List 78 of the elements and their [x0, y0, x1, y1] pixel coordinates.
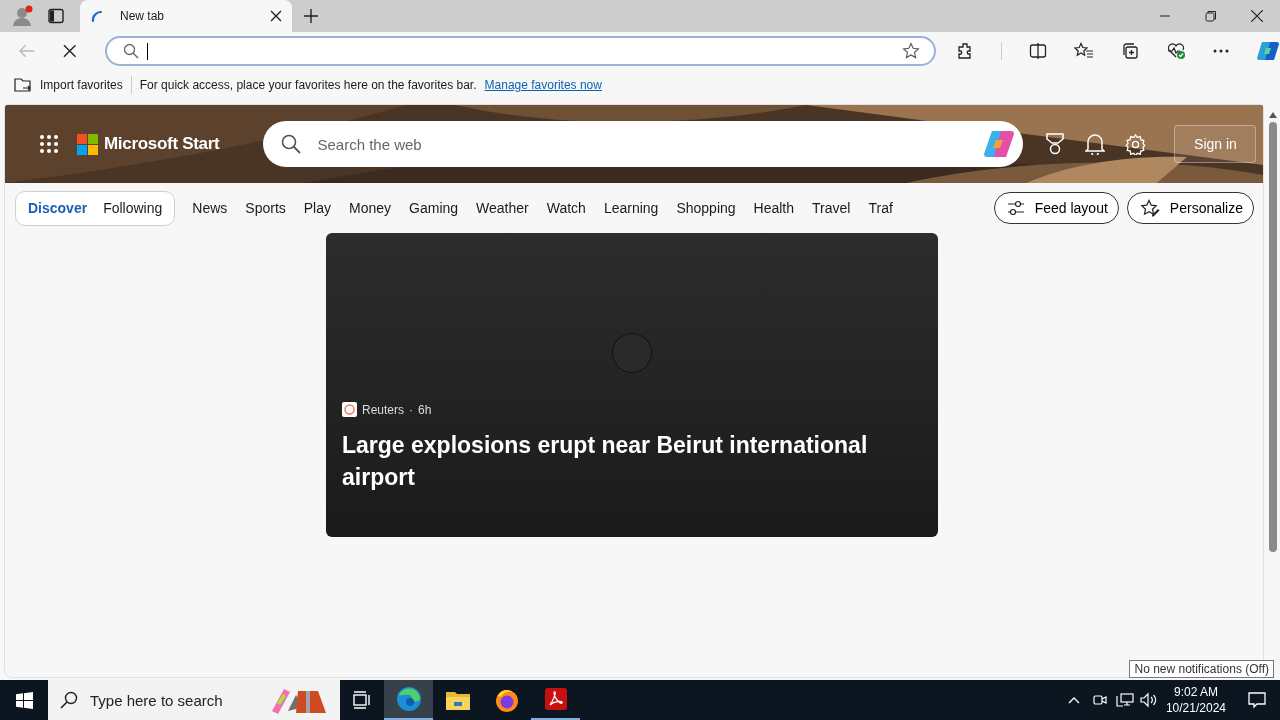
brand-name[interactable]: Microsoft Start [104, 134, 220, 154]
favorite-star-icon[interactable] [902, 42, 920, 60]
import-favorites-button[interactable]: Import favorites [40, 78, 123, 92]
close-icon[interactable] [1251, 10, 1263, 22]
taskbar-app[interactable] [384, 680, 433, 720]
notifications-bell-icon[interactable] [1085, 133, 1106, 155]
browser-tab[interactable]: New tab [80, 0, 292, 32]
start-windows-icon[interactable] [16, 691, 33, 709]
tab-title: New tab [120, 9, 166, 23]
edge-icon [395, 686, 422, 712]
category-link[interactable]: Sports [245, 200, 286, 216]
more-icon[interactable] [1213, 49, 1229, 53]
rewards-medal-icon[interactable] [1045, 133, 1066, 155]
search-input[interactable]: Type here to search [88, 690, 260, 710]
clock-date[interactable]: 10/21/2024 [1165, 700, 1226, 716]
category-link[interactable]: Gaming [409, 200, 459, 216]
category-link[interactable]: Learning [603, 200, 659, 216]
network-icon[interactable] [1115, 692, 1134, 708]
windows-logo-icon [77, 133, 98, 155]
favorites-bar-message: For quick access, place your favorites here on the favorites bar. [139, 78, 477, 92]
collections-icon[interactable] [1121, 42, 1139, 60]
task-view-icon[interactable] [352, 691, 372, 709]
star-pen-icon [1139, 199, 1160, 217]
sliders-icon [1006, 200, 1025, 216]
clock-time[interactable]: 9:02 AM [1173, 684, 1218, 700]
category-link[interactable]: Health [753, 200, 795, 216]
headline[interactable]: Large explosions erupt near Beirut international airport [342, 429, 922, 493]
browser-essentials-icon[interactable] [1166, 42, 1186, 60]
category-link[interactable]: News [192, 200, 228, 216]
tooltip: No new notifications (Off) [1129, 660, 1274, 678]
volume-icon[interactable] [1139, 692, 1158, 708]
search-icon [281, 134, 302, 154]
stop-icon[interactable] [63, 44, 77, 58]
search-icon [122, 43, 139, 59]
separator-dot: · [409, 402, 414, 417]
notifications-icon [1248, 691, 1266, 709]
loading-spinner [612, 333, 652, 373]
taskbar-search-field[interactable]: Type here to search [48, 680, 340, 720]
folder-icon [445, 690, 470, 710]
news-card[interactable]: Reuters · 6h Large explosions erupt near Beirut international airport [326, 233, 938, 537]
web-search-field[interactable]: Search the web [263, 121, 1024, 167]
firefox-icon [494, 688, 519, 712]
category-link[interactable]: Weather [476, 200, 529, 216]
feed-tab[interactable]: Following [95, 200, 171, 216]
close-icon[interactable] [270, 10, 282, 22]
search-input[interactable]: Search the web [315, 134, 970, 154]
tab-actions-icon[interactable] [48, 8, 64, 24]
story-age: 6h [418, 402, 432, 417]
scroll-up-icon[interactable] [1269, 112, 1277, 118]
apps-grid-icon[interactable] [39, 134, 59, 154]
chevron-up-icon[interactable] [1067, 696, 1080, 704]
sign-in-button[interactable]: Sign in [1174, 125, 1257, 163]
new-tab-icon[interactable] [304, 9, 318, 23]
profile-icon[interactable] [12, 5, 34, 27]
category-link[interactable]: Watch [546, 200, 586, 216]
search-icon [60, 691, 78, 709]
category-link[interactable]: Play [303, 200, 331, 216]
category-link[interactable]: Traf [868, 200, 893, 216]
favorites-icon[interactable] [1074, 42, 1094, 60]
feed-layout-button[interactable]: Feed layout [993, 192, 1119, 224]
camera-icon[interactable] [1091, 692, 1108, 708]
copilot-icon[interactable] [1256, 40, 1280, 62]
acrobat-icon [544, 688, 567, 710]
manage-favorites-link[interactable]: Manage favorites now [484, 78, 602, 92]
source-logo-icon [342, 402, 357, 417]
source-name: Reuters [362, 402, 405, 417]
restore-icon[interactable] [1205, 10, 1217, 22]
settings-icon[interactable] [1125, 133, 1147, 155]
feed-tab[interactable]: Discover [20, 200, 96, 216]
category-link[interactable]: Shopping [676, 200, 736, 216]
personalize-button[interactable]: Personalize [1126, 192, 1254, 224]
loading-icon [90, 9, 104, 23]
import-folder-icon[interactable] [14, 77, 32, 93]
category-link[interactable]: Money [349, 200, 392, 216]
split-screen-icon[interactable] [1029, 42, 1047, 60]
extensions-icon[interactable] [956, 42, 974, 60]
category-link[interactable]: Travel [812, 200, 851, 216]
copilot-icon[interactable] [983, 129, 1016, 159]
